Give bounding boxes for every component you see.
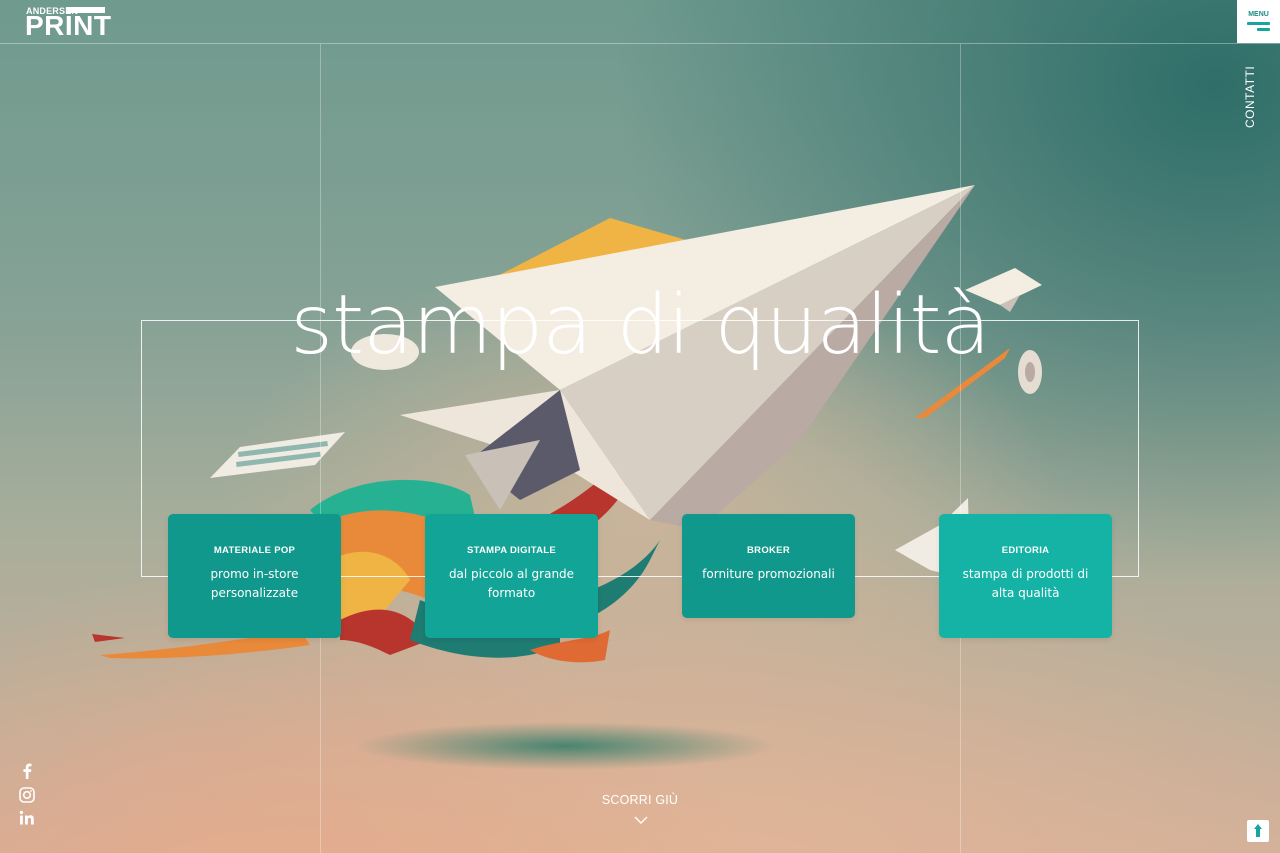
- card-title: MATERIALE POP: [213, 545, 296, 556]
- widget-icon: [1254, 824, 1262, 837]
- service-card-materiale-pop[interactable]: MATERIALE POP promo in-store personalizz…: [168, 514, 341, 638]
- instagram-icon[interactable]: [18, 786, 36, 804]
- service-card-stampa-digitale[interactable]: STAMPA DIGITALE dal piccolo al grande fo…: [425, 514, 598, 638]
- card-subtitle: dal piccolo al grande formato: [448, 567, 575, 600]
- header-divider: [0, 43, 1280, 44]
- contatti-link[interactable]: CONTATTI: [1243, 65, 1257, 128]
- contatti-label: CONTATTI: [1243, 65, 1257, 128]
- card-title: STAMPA DIGITALE: [466, 545, 557, 556]
- logo[interactable]: ANDERSEN PRINT: [25, 6, 111, 40]
- card-subtitle: stampa di prodotti di alta qualità: [962, 567, 1089, 600]
- linkedin-icon[interactable]: [18, 809, 36, 827]
- menu-button[interactable]: MENU: [1237, 0, 1280, 43]
- card-title: EDITORIA: [1001, 545, 1050, 556]
- card-subtitle: promo in-store personalizzate: [210, 567, 299, 600]
- card-subtitle: forniture promozionali: [702, 567, 835, 581]
- floating-widget-button[interactable]: [1247, 820, 1269, 842]
- service-card-editoria[interactable]: EDITORIA stampa di prodotti di alta qual…: [939, 514, 1112, 638]
- logo-main-text: PRINT: [25, 10, 112, 41]
- hero-title: stampa di qualità: [290, 278, 991, 373]
- hamburger-icon: [1247, 22, 1270, 25]
- facebook-icon[interactable]: [18, 762, 36, 780]
- scroll-down-label[interactable]: SCORRI GIÙ: [560, 793, 720, 807]
- service-card-broker[interactable]: BROKER forniture promozionali: [682, 514, 855, 618]
- hamburger-icon-bar: [1257, 28, 1270, 31]
- card-title: BROKER: [747, 545, 790, 556]
- menu-label: MENU: [1248, 11, 1269, 18]
- chevron-down-icon[interactable]: [634, 816, 648, 825]
